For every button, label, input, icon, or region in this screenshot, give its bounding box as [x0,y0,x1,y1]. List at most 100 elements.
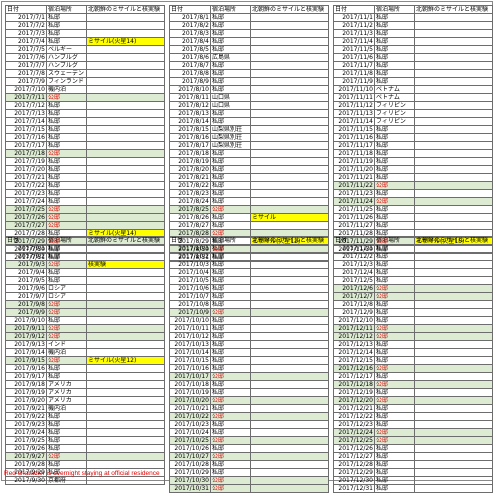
table-row: 2017/12/8 私邸 [333,300,493,309]
place-cell: 公邸 [46,300,87,309]
event-cell [86,300,165,309]
table-row: 2017/8/25 公邸 [169,205,329,214]
event-cell [414,340,493,349]
event-cell [86,53,165,62]
place-cell: 私邸 [374,21,415,30]
date-cell: 2017/10/22 [169,412,211,421]
place-cell: 私邸 [210,29,251,38]
event-cell [414,141,493,150]
event-cell [86,213,165,222]
date-cell: 2017/7/23 [5,189,47,198]
place-cell: 私邸 [374,29,415,38]
date-cell: 2017/8/14 [169,117,211,126]
event-cell [86,173,165,182]
event-cell [414,93,493,102]
date-cell: 2017/10/26 [169,444,211,453]
date-cell: 2017/11/10 [333,85,375,94]
place-cell: 私邸 [374,45,415,54]
table-row: 2017/12/2 私邸 [333,252,493,261]
table-row: 2017/9/8 公邸 [5,300,165,309]
date-cell: 2017/8/20 [169,165,211,174]
event-cell [414,444,493,453]
table-row: 2017/11/12 フィリピン [333,101,493,110]
event-cell [250,332,329,341]
place-cell: 私邸 [46,268,87,277]
event-cell [86,412,165,421]
event-cell [250,364,329,373]
table-row: 2017/8/4 私邸 [169,37,329,46]
date-cell: 2017/8/16 [169,133,211,142]
header-event: 北朝鮮のミサイルと核実験 [86,236,165,245]
place-cell: 私邸 [210,428,251,437]
place-cell: 私邸 [46,276,87,285]
date-cell: 2017/10/6 [169,284,211,293]
date-cell: 2017/9/2 [5,252,47,261]
place-cell: 私邸 [46,460,87,469]
place-cell: 私邸 [46,316,87,325]
table-row: 2017/12/6 公邸 [333,284,493,293]
place-cell: 私邸 [210,300,251,309]
place-cell: 公邸 [210,396,251,405]
table-row: 2017/7/13 私邸 [5,109,165,118]
date-cell: 2017/12/30 [333,476,375,485]
table-row: 2017/10/20 公邸 [169,396,329,405]
table-row: 2017/9/15 公邸 ミサイル(火星12) [5,356,165,365]
event-cell [250,340,329,349]
event-cell [414,372,493,381]
table-row: 2017/8/7 私邸 [169,61,329,70]
table-row: 2017/7/3 私邸 [5,29,165,38]
date-cell: 2017/8/24 [169,197,211,206]
place-cell: 私邸 [210,244,251,253]
event-cell [250,125,329,134]
event-cell [86,380,165,389]
place-cell: 私邸 [210,292,251,301]
place-cell: 私邸 [210,324,251,333]
table-row: 2017/10/18 私邸 [169,380,329,389]
event-cell [250,221,329,230]
date-cell: 2017/12/28 [333,460,375,469]
place-cell: 私邸 [210,173,251,182]
table-row: 2017/9/19 アメリカ [5,388,165,397]
place-cell: 私邸 [210,45,251,54]
event-cell [414,197,493,206]
table-row: 2017/11/23 私邸 [333,189,493,198]
event-cell [414,181,493,190]
event-cell [86,181,165,190]
event-cell [86,428,165,437]
date-cell: 2017/9/16 [5,364,47,373]
place-cell: 私邸 [210,348,251,357]
footer-note: Red character is overnight staying at of… [4,470,160,477]
event-cell [414,189,493,198]
place-cell: 私邸 [210,197,251,206]
event-cell [86,93,165,102]
header-event: 北朝鮮のミサイルと核実験 [414,5,493,14]
date-cell: 2017/12/13 [333,340,375,349]
table-row: 2017/7/21 私邸 [5,173,165,182]
table-row: 2017/11/20 私邸 [333,165,493,174]
table-row: 2017/12/21 私邸 [333,404,493,413]
event-cell [414,157,493,166]
event-cell [86,69,165,78]
place-cell: 山口県 [210,93,251,102]
table-row: 2017/11/27 私邸 [333,221,493,230]
table-row: 2017/9/30 京都府 [5,476,165,485]
event-cell [250,436,329,445]
event-cell [414,268,493,277]
date-cell: 2017/9/24 [5,428,47,437]
month-block-aug: 日付 宿泊場所 北朝鮮のミサイルと核実験 2017/8/1 私邸 2017/8/2 私邸 20… [169,5,329,262]
place-cell: 私邸 [210,37,251,46]
event-cell [414,460,493,469]
place-cell: 私邸 [210,260,251,269]
table-header-row: 日付 宿泊場所 北朝鮮のミサイルと核実験 [169,5,329,14]
event-cell [86,284,165,293]
event-cell [414,468,493,477]
event-cell [414,452,493,461]
date-cell: 2017/10/25 [169,436,211,445]
date-cell: 2017/8/21 [169,173,211,182]
date-cell: 2017/7/5 [5,45,47,54]
header-date: 日付 [5,236,47,245]
date-cell: 2017/7/6 [5,53,47,62]
place-cell: 公邸 [374,284,415,293]
event-cell: ミサイル(火星14) [86,37,165,46]
table-header-row: 日付 宿泊場所 北朝鮮のミサイルと核実験 [5,5,165,14]
